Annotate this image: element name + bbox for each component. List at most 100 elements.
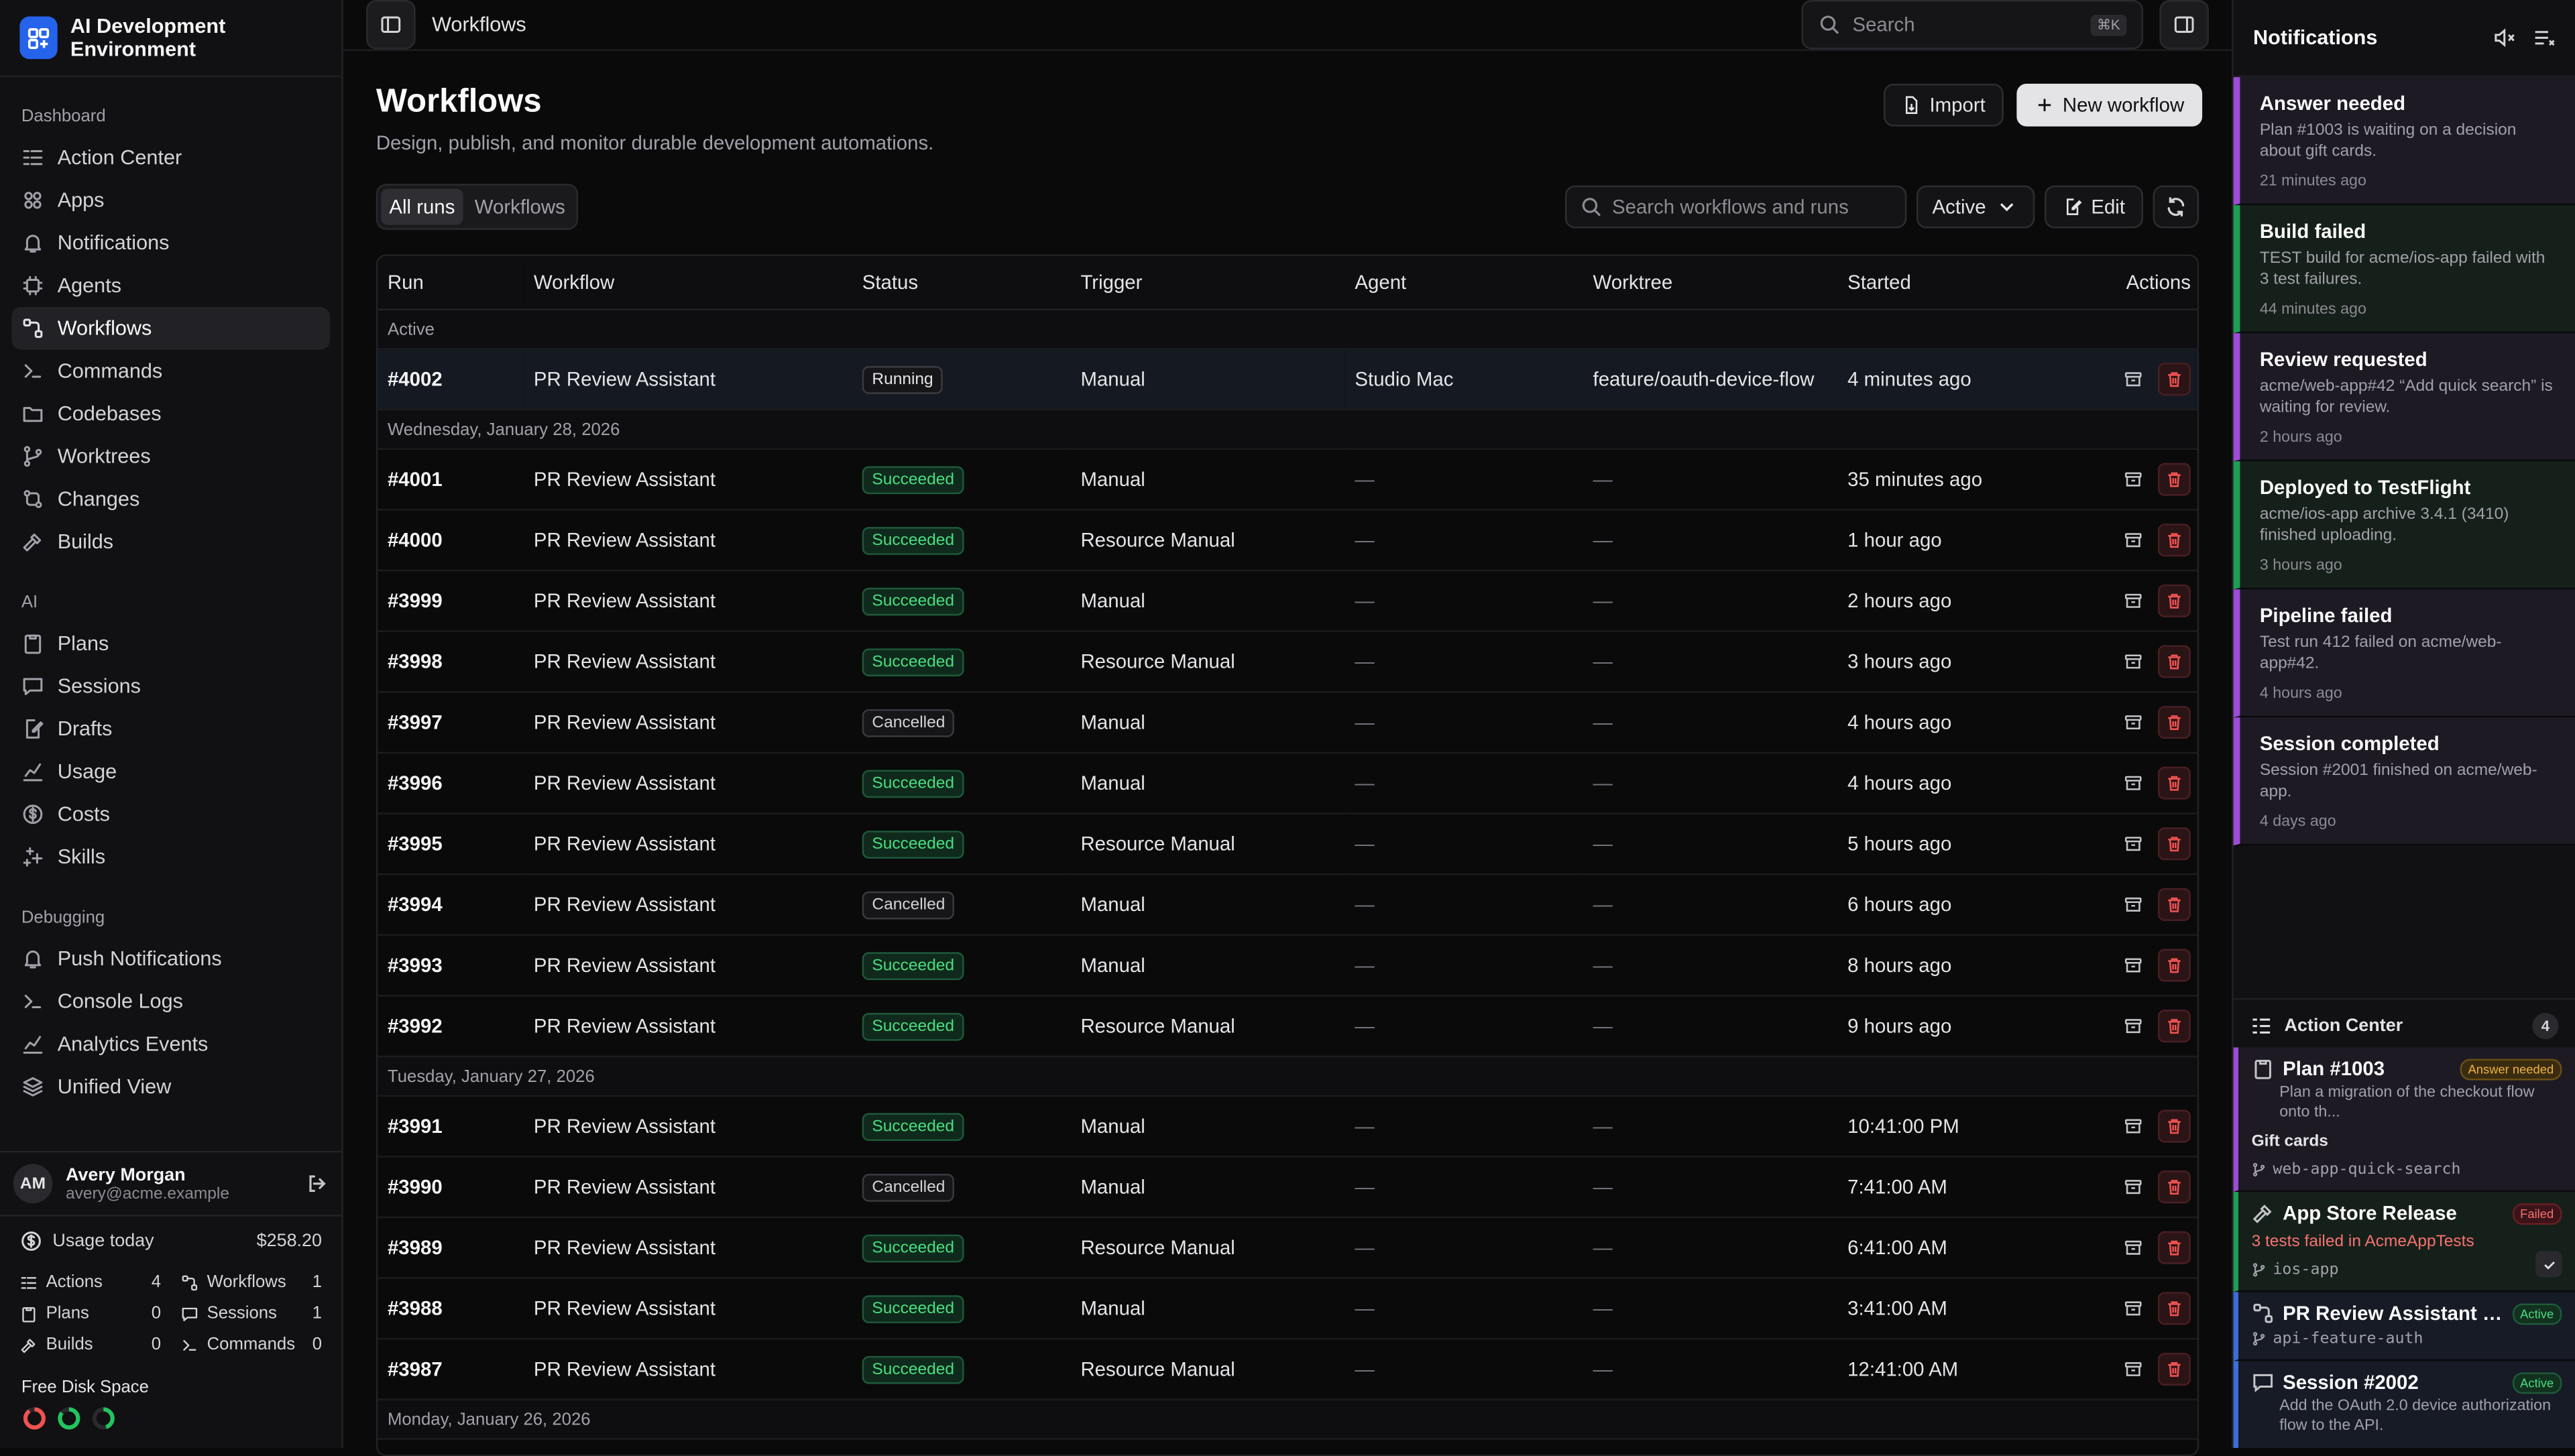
- table-row[interactable]: #4001 PR Review Assistant Succeeded Manual —…: [378, 448, 2197, 511]
- archive-icon[interactable]: [2118, 365, 2148, 394]
- archive-icon[interactable]: [2118, 1012, 2148, 1041]
- archive-icon[interactable]: [2118, 465, 2148, 494]
- notification-item[interactable]: Pipeline failed Test run 412 failed on ac…: [2233, 589, 2575, 718]
- delete-button[interactable]: [2157, 888, 2191, 921]
- run-id[interactable]: #3988: [378, 1278, 524, 1340]
- archive-icon[interactable]: [2118, 1111, 2148, 1141]
- run-id[interactable]: #3995: [378, 813, 524, 875]
- sidebar-item-usage[interactable]: Usage: [11, 750, 330, 793]
- sidebar-item-commands[interactable]: Commands: [11, 350, 330, 393]
- delete-button[interactable]: [2157, 363, 2191, 396]
- delete-button[interactable]: [2157, 524, 2191, 557]
- table-row[interactable]: #4002 PR Review Assistant Running Manual Stu…: [378, 349, 2197, 411]
- notification-item[interactable]: Build failed TEST build for acme/ios-app …: [2233, 205, 2575, 334]
- delete-button[interactable]: [2157, 706, 2191, 739]
- sidebar-item-skills[interactable]: Skills: [11, 836, 330, 879]
- sidebar-item-agents[interactable]: Agents: [11, 264, 330, 307]
- notification-item[interactable]: Review requested acme/web-app#42 “Add qui…: [2233, 333, 2575, 462]
- archive-icon[interactable]: [2118, 1294, 2148, 1323]
- new-workflow-button[interactable]: New workflow: [2016, 83, 2203, 127]
- table-row[interactable]: #3994 PR Review Assistant Cancelled Manual —…: [378, 874, 2197, 936]
- table-row[interactable]: #3993 PR Review Assistant Succeeded Manual —…: [378, 934, 2197, 997]
- table-row[interactable]: #3990 PR Review Assistant Cancelled Manual —…: [378, 1156, 2197, 1219]
- tab-all-runs[interactable]: All runs: [381, 188, 463, 225]
- sidebar-item-workflows[interactable]: Workflows: [11, 306, 331, 350]
- archive-icon[interactable]: [2118, 586, 2148, 615]
- sidebar-item-plans[interactable]: Plans: [11, 622, 330, 665]
- sidebar-item-changes[interactable]: Changes: [11, 478, 330, 521]
- sidebar-item-builds[interactable]: Builds: [11, 520, 330, 563]
- table-row[interactable]: #3998 PR Review Assistant Succeeded Resourc…: [378, 631, 2197, 693]
- sidebar-item-drafts[interactable]: Drafts: [11, 708, 330, 751]
- panel-toggle-button[interactable]: [2159, 0, 2209, 50]
- delete-button[interactable]: [2157, 463, 2191, 496]
- archive-icon[interactable]: [2118, 1233, 2148, 1262]
- table-row[interactable]: #3987 PR Review Assistant Succeeded Resourc…: [378, 1339, 2197, 1400]
- sidebar-item-apps[interactable]: Apps: [11, 179, 330, 222]
- table-row[interactable]: #3988 PR Review Assistant Succeeded Manual —…: [378, 1278, 2197, 1340]
- logout-icon[interactable]: [306, 1172, 329, 1195]
- user-profile[interactable]: AM Avery Morgan avery@acme.example: [0, 1150, 342, 1217]
- status-filter-select[interactable]: Active: [1916, 185, 2036, 229]
- run-id[interactable]: #3999: [378, 570, 524, 632]
- filter-search-input[interactable]: Search workflows and runs: [1564, 185, 1906, 229]
- global-search-input[interactable]: Search ⌘K: [1801, 0, 2143, 50]
- run-id[interactable]: #3994: [378, 874, 524, 936]
- action-item-pr-review[interactable]: PR Review Assistant #4... Active api-fea…: [2233, 1292, 2575, 1361]
- notification-item[interactable]: Session completed Session #2001 finished …: [2233, 717, 2575, 846]
- action-item-session[interactable]: Session #2002 Active Add the OAuth 2.0 d…: [2233, 1361, 2575, 1449]
- table-row[interactable]: #3999 PR Review Assistant Succeeded Manual —…: [378, 570, 2197, 632]
- run-id[interactable]: #3987: [378, 1339, 524, 1400]
- sidebar-item-push-notifications[interactable]: Push Notifications: [11, 937, 330, 980]
- archive-icon[interactable]: [2118, 890, 2148, 919]
- tab-workflows[interactable]: Workflows: [467, 189, 573, 225]
- notification-item[interactable]: Deployed to TestFlight acme/ios-app archi…: [2233, 461, 2575, 590]
- sidebar-item-codebases[interactable]: Codebases: [11, 392, 330, 435]
- sidebar-item-worktrees[interactable]: Worktrees: [11, 435, 330, 478]
- table-row[interactable]: #4000 PR Review Assistant Succeeded Resourc…: [378, 509, 2197, 572]
- sidebar-item-unified-view[interactable]: Unified View: [11, 1065, 330, 1108]
- archive-icon[interactable]: [2118, 1354, 2148, 1384]
- delete-button[interactable]: [2157, 1231, 2191, 1264]
- run-id[interactable]: #4002: [378, 349, 524, 411]
- run-id[interactable]: #3997: [378, 692, 524, 754]
- run-id[interactable]: #3992: [378, 995, 524, 1058]
- action-item-plan[interactable]: Plan #1003 Answer needed Plan a migratio…: [2233, 1047, 2575, 1192]
- run-id[interactable]: #3993: [378, 934, 524, 997]
- sidebar-item-notifications[interactable]: Notifications: [11, 222, 330, 265]
- run-id[interactable]: #3998: [378, 631, 524, 693]
- delete-button[interactable]: [2157, 1109, 2191, 1143]
- run-id[interactable]: #3996: [378, 752, 524, 814]
- archive-icon[interactable]: [2118, 708, 2148, 737]
- sidebar-item-console-logs[interactable]: Console Logs: [11, 980, 330, 1023]
- archive-icon[interactable]: [2118, 829, 2148, 859]
- sidebar-item-costs[interactable]: Costs: [11, 793, 330, 836]
- delete-button[interactable]: [2157, 949, 2191, 982]
- refresh-button[interactable]: [2153, 185, 2199, 229]
- delete-button[interactable]: [2157, 1170, 2191, 1204]
- delete-button[interactable]: [2157, 766, 2191, 800]
- archive-icon[interactable]: [2118, 1172, 2148, 1202]
- edit-button[interactable]: Edit: [2045, 185, 2143, 229]
- run-id[interactable]: #3989: [378, 1217, 524, 1279]
- run-id[interactable]: #3991: [378, 1095, 524, 1158]
- brand[interactable]: AI Development Environment: [0, 0, 342, 78]
- delete-button[interactable]: [2157, 645, 2191, 678]
- delete-button[interactable]: [2157, 1352, 2191, 1386]
- sidebar-item-analytics-events[interactable]: Analytics Events: [11, 1023, 330, 1066]
- table-row[interactable]: #3992 PR Review Assistant Succeeded Resourc…: [378, 995, 2197, 1058]
- run-id[interactable]: #3990: [378, 1156, 524, 1219]
- archive-icon[interactable]: [2118, 647, 2148, 676]
- import-button[interactable]: Import: [1883, 83, 2004, 127]
- table-row[interactable]: #3995 PR Review Assistant Succeeded Resourc…: [378, 813, 2197, 875]
- delete-button[interactable]: [2157, 584, 2191, 617]
- action-center-header[interactable]: Action Center 4: [2233, 997, 2575, 1047]
- delete-button[interactable]: [2157, 1010, 2191, 1043]
- delete-button[interactable]: [2157, 827, 2191, 861]
- sidebar-toggle-button[interactable]: [366, 0, 416, 50]
- table-row[interactable]: #3991 PR Review Assistant Succeeded Manual —…: [378, 1095, 2197, 1158]
- mute-icon[interactable]: [2493, 26, 2516, 49]
- sidebar-item-action-center[interactable]: Action Center: [11, 136, 330, 179]
- archive-icon[interactable]: [2118, 768, 2148, 798]
- clear-all-icon[interactable]: [2532, 26, 2555, 49]
